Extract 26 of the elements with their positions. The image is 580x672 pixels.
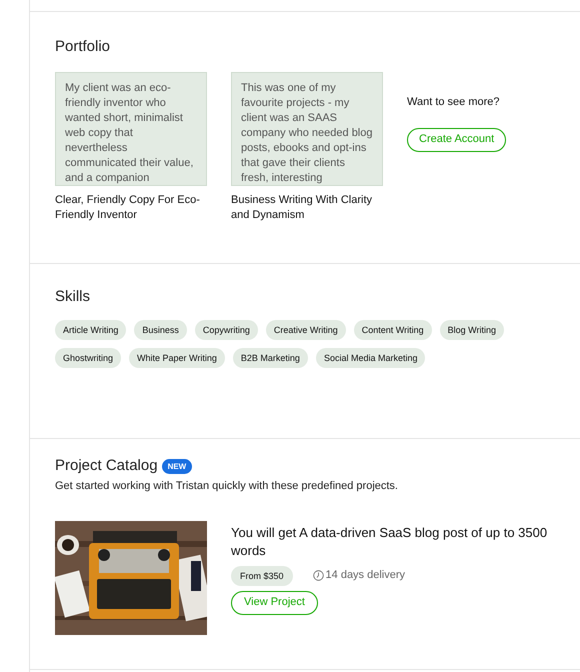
- skill-tag[interactable]: Content Writing: [354, 320, 432, 340]
- card-title[interactable]: Clear, Friendly Copy For Eco-Friendly Inventor: [55, 193, 207, 223]
- section-title: Portfolio: [55, 38, 112, 56]
- skill-tag[interactable]: Blog Writing: [440, 320, 504, 340]
- card-excerpt: This was one of my favourite projects - my client was an SAAS company who needed blog posts, ebooks and opt-ins that gave their clients fresh, interesting: [241, 81, 373, 185]
- more-prompt: Want to see more?: [407, 95, 501, 110]
- skill-tag[interactable]: Ghostwriting: [55, 348, 122, 368]
- clock-icon: [312, 570, 324, 581]
- portfolio-card[interactable]: This was one of my favourite projects - my client was an SAAS company who needed blog posts, ebooks and opt-ins that gave their clients fresh, interesting: [231, 72, 383, 186]
- delivery-time: 14 days delivery: [326, 568, 406, 584]
- skill-tag[interactable]: Article Writing: [55, 320, 126, 340]
- skill-tag[interactable]: Social Media Marketing: [316, 348, 426, 368]
- section-subtitle: Get started working with Tristan quickly with these predefined projects.: [55, 479, 399, 494]
- project-title[interactable]: You will get A data-driven SaaS blog post of up to 3500 words: [231, 524, 561, 560]
- section-title: Project Catalog: [55, 457, 158, 475]
- skill-tag[interactable]: Business: [134, 320, 187, 340]
- skill-tag[interactable]: White Paper Writing: [129, 348, 225, 368]
- card-excerpt: My client was an eco-friendly inventor who wanted short, minimalist web copy that nevertheless communicated their value, and a companion: [65, 81, 194, 185]
- portfolio-card[interactable]: My client was an eco-friendly inventor who wanted short, minimalist web copy that nevertheless communicated their value, and a companion: [55, 72, 207, 186]
- section-title: Skills: [55, 288, 92, 306]
- skill-tag[interactable]: Creative Writing: [266, 320, 346, 340]
- card-title[interactable]: Business Writing With Clarity and Dynamism: [231, 193, 383, 223]
- skill-tag[interactable]: Copywriting: [194, 320, 258, 340]
- skill-tag[interactable]: B2B Marketing: [232, 348, 308, 368]
- new-badge: NEW: [162, 458, 192, 474]
- price-tag: From $350: [231, 566, 293, 586]
